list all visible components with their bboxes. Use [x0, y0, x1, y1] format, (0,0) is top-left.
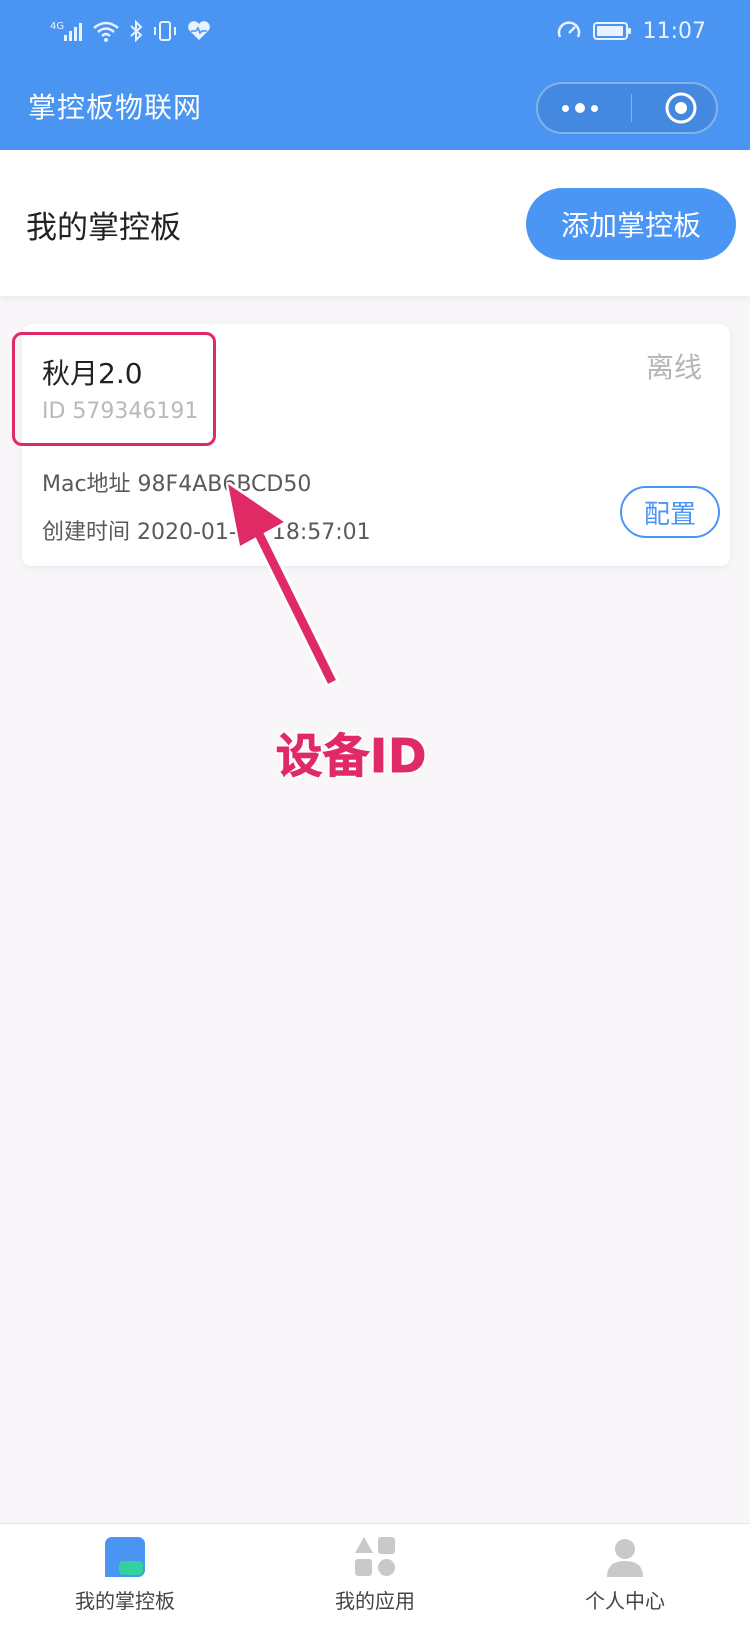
add-board-button[interactable]: 添加掌控板	[526, 188, 736, 260]
heart-icon	[188, 21, 210, 40]
tab-label: 个人中心	[585, 1589, 665, 1613]
battery-icon	[592, 22, 631, 40]
tab-profile[interactable]: 个人中心	[500, 1524, 750, 1626]
annotation-label: 设备ID	[275, 729, 428, 784]
tab-my-apps[interactable]: 我的应用	[250, 1524, 500, 1626]
user-icon	[607, 1539, 643, 1577]
bluetooth-icon	[130, 19, 143, 43]
apps-grid-icon	[355, 1537, 395, 1576]
status-time: 11:07	[642, 18, 706, 44]
page-title: 掌控板物联网	[28, 91, 203, 124]
device-status-badge: 离线	[645, 351, 702, 384]
annotation-highlight-box	[12, 332, 216, 446]
mini-program-capsule	[536, 82, 718, 134]
tab-my-boards[interactable]: 我的掌控板	[0, 1524, 250, 1626]
status-right-icons: 11:07	[555, 16, 706, 46]
bottom-tab-bar: 我的掌控板 我的应用 个人中心	[0, 1523, 750, 1626]
device-created-time: 创建时间 2020-01-23 18:57:01	[42, 520, 371, 545]
svg-text:4G: 4G	[50, 21, 64, 32]
data-saver-icon	[557, 21, 580, 38]
status-bar: 4G 11:07	[0, 0, 750, 62]
config-button[interactable]: 配置	[620, 486, 720, 538]
capsule-divider	[630, 94, 632, 122]
section-title: 我的掌控板	[26, 210, 181, 246]
target-close-icon[interactable]	[664, 91, 698, 125]
wifi-icon	[93, 21, 119, 42]
board-icon	[105, 1537, 145, 1577]
network-4g-icon: 4G	[50, 21, 82, 41]
app-top-bar: 4G 11:07 掌控板物联网	[0, 0, 750, 150]
tab-label: 我的掌控板	[75, 1589, 175, 1613]
status-left-icons: 4G	[50, 16, 212, 46]
tab-label: 我的应用	[335, 1589, 415, 1613]
vibrate-icon	[154, 21, 176, 41]
more-dots-icon[interactable]	[562, 103, 598, 113]
header-section: 我的掌控板 添加掌控板	[0, 150, 750, 296]
device-mac-address: Mac地址 98F4AB6BCD50	[42, 472, 312, 497]
